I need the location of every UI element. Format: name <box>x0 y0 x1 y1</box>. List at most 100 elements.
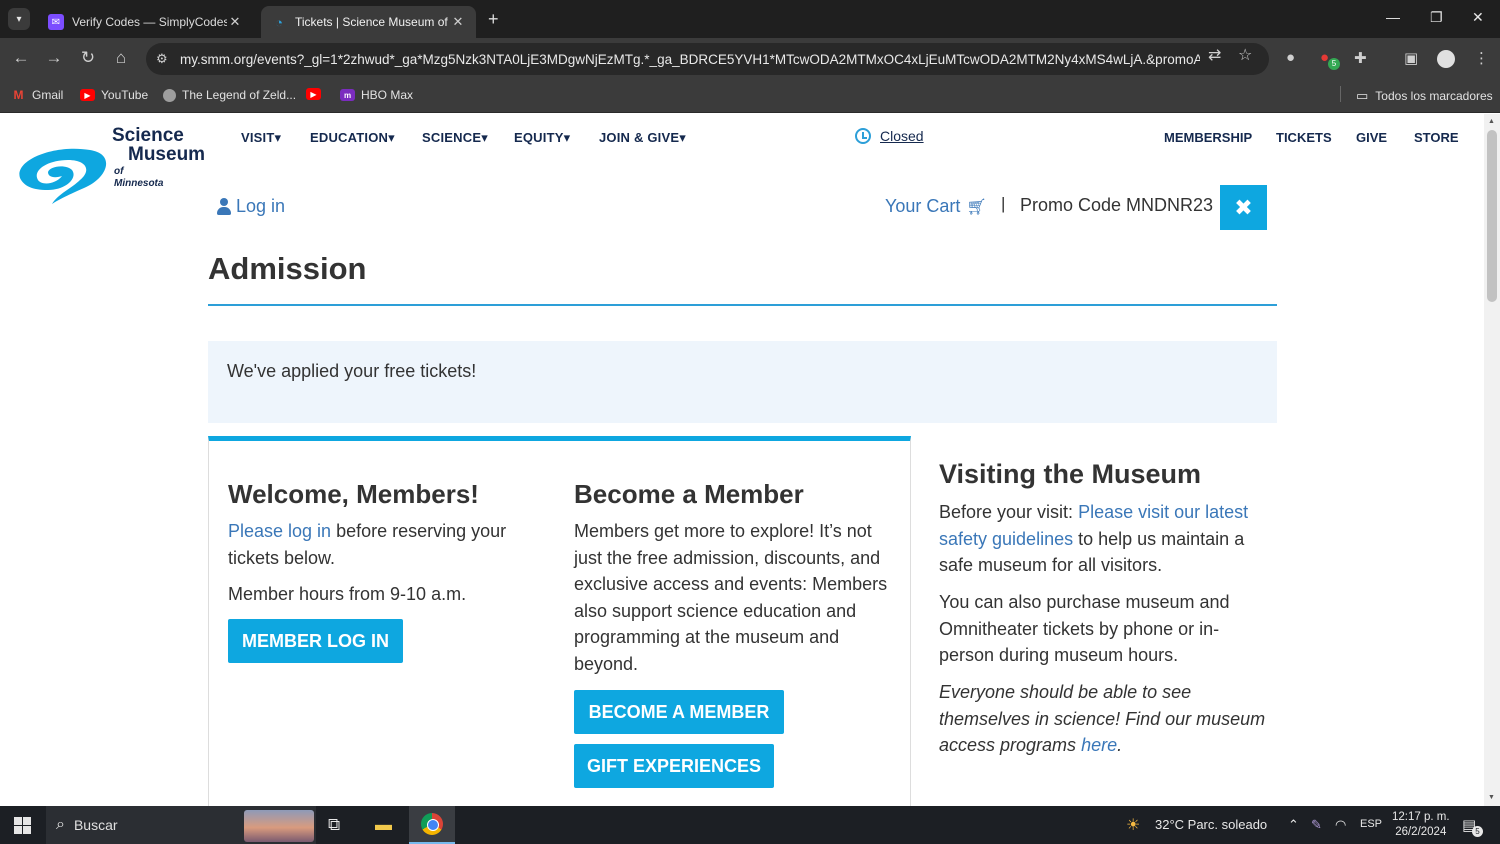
notification-count: 5 <box>1472 826 1483 837</box>
smm-logo[interactable]: Science Museum of Minnesota <box>14 126 214 206</box>
url-text[interactable]: my.smm.org/events?_gl=1*2zhwud*_ga*Mzg5N… <box>180 52 1200 67</box>
all-bookmarks-folder[interactable]: ▭ Todos los marcadores <box>1356 88 1493 104</box>
nav-store[interactable]: STORE <box>1414 130 1459 145</box>
become-member-heading: Become a Member <box>574 479 804 509</box>
folder-icon: ▭ <box>1356 88 1369 103</box>
member-hours: Member hours from 9-10 a.m. <box>228 584 467 604</box>
welcome-heading: Welcome, Members! <box>228 479 479 509</box>
alert-text: We've applied your free tickets! <box>227 361 477 381</box>
chrome-icon <box>421 813 443 835</box>
bookmarks-bar: M Gmail ▶ YouTube The Legend of Zeld... … <box>0 80 1500 113</box>
search-icon: ⌕ <box>56 816 65 833</box>
bookmark-hbomax[interactable]: m HBO Max <box>340 88 413 102</box>
close-window-icon[interactable]: ✕ <box>1472 9 1484 26</box>
nav-membership[interactable]: MEMBERSHIP <box>1164 130 1252 145</box>
caret-down-icon: ▾ <box>274 130 282 145</box>
nav-tickets[interactable]: TICKETS <box>1276 130 1332 145</box>
login-link[interactable]: Log in <box>217 196 285 217</box>
windows-start-icon[interactable] <box>14 817 31 834</box>
clock-icon <box>855 128 871 144</box>
access-programs-text: Everyone should be able to see themselve… <box>939 682 1266 755</box>
bookmark-star-icon[interactable]: ☆ <box>1238 45 1252 65</box>
smm-swirl-logo-icon <box>19 148 107 204</box>
address-bar[interactable]: ⚙ my.smm.org/events?_gl=1*2zhwud*_ga*Mzg… <box>146 43 1269 75</box>
reload-icon[interactable]: ↻ <box>77 48 99 68</box>
caret-down-icon: ▾ <box>563 130 571 145</box>
nav-science[interactable]: SCIENCE▾ <box>422 130 488 146</box>
title-divider <box>208 304 1277 306</box>
caret-down-icon: ▾ <box>388 130 395 145</box>
minimize-icon[interactable]: — <box>1386 9 1400 25</box>
tab-smm-tickets[interactable]: ◔ Tickets | Science Museum of Mi ✕ <box>261 6 476 38</box>
nav-give[interactable]: GIVE <box>1356 130 1387 145</box>
restore-icon[interactable]: ❐ <box>1430 9 1443 26</box>
globe-icon <box>163 88 176 102</box>
new-tab-button[interactable]: + <box>488 9 499 30</box>
access-programs-link[interactable]: here <box>1081 735 1117 755</box>
hours-status[interactable]: Closed <box>855 128 924 144</box>
cart-icon: 🛒︎ <box>966 198 987 216</box>
page-scrollbar[interactable]: ▲ ▼ <box>1484 114 1500 806</box>
extensions-puzzle-icon[interactable]: ✚ <box>1354 49 1367 67</box>
home-icon[interactable]: ⌂ <box>110 48 132 68</box>
wifi-icon[interactable]: ◠ <box>1335 817 1346 833</box>
nav-visit[interactable]: VISIT▾ <box>241 130 281 146</box>
extension-icon[interactable]: ● <box>1286 49 1295 66</box>
close-tab-icon[interactable]: ✕ <box>450 14 466 30</box>
page-title: Admission <box>208 251 367 286</box>
caret-down-icon: ▾ <box>481 130 488 145</box>
extension-badge: 5 <box>1328 58 1340 70</box>
bookmark-separator <box>1340 86 1341 102</box>
windows-taskbar: ⌕ Buscar ⧉ ▬ ☀ 32°C Parc. soleado ⌃ ✎ ◠ … <box>0 806 1500 844</box>
become-member-button[interactable]: BECOME A MEMBER <box>574 690 784 734</box>
forward-icon[interactable]: → <box>43 48 65 68</box>
member-login-button[interactable]: MEMBER LOG IN <box>228 619 403 663</box>
divider: | <box>1001 194 1006 213</box>
visiting-purchase-text: You can also purchase museum and Omnithe… <box>939 592 1230 665</box>
please-login-link[interactable]: Please log in <box>228 521 331 541</box>
youtube-icon: ▶ <box>306 88 321 100</box>
pen-icon[interactable]: ✎ <box>1311 817 1322 833</box>
gift-experiences-button[interactable]: GIFT EXPERIENCES <box>574 744 774 788</box>
browser-toolbar: ← → ↻ ⌂ ⚙ my.smm.org/events?_gl=1*2zhwud… <box>0 38 1500 80</box>
become-member-text: Members get more to explore! It’s not ju… <box>574 521 888 674</box>
scroll-up-icon[interactable]: ▲ <box>1488 118 1495 125</box>
hbomax-icon: m <box>340 89 355 101</box>
tab-simplycodes[interactable]: ✉ Verify Codes — SimplyCodes ✕ <box>38 6 253 38</box>
bookmark-youtube[interactable]: ▶ YouTube <box>80 88 148 102</box>
language-indicator[interactable]: ESP <box>1360 818 1382 830</box>
gmail-icon: M <box>13 88 24 102</box>
tray-chevron-icon[interactable]: ⌃ <box>1288 817 1299 833</box>
visiting-safety-text: Before your visit: Please visit our late… <box>939 502 1249 575</box>
tab-search-button[interactable]: ▾ <box>8 8 30 30</box>
nav-join-give[interactable]: JOIN & GIVE▾ <box>599 130 686 146</box>
bookmark-youtube-2[interactable]: ▶ <box>306 88 327 100</box>
nav-equity[interactable]: EQUITY▾ <box>514 130 570 146</box>
cart-link[interactable]: Your Cart 🛒︎ <box>885 196 987 217</box>
file-explorer-icon[interactable]: ▬ <box>375 815 392 835</box>
weather-text[interactable]: 32°C Parc. soleado <box>1155 817 1267 832</box>
success-alert: We've applied your free tickets! <box>208 341 1277 423</box>
translate-icon[interactable]: ⇄ <box>1208 45 1221 65</box>
scrollbar-thumb[interactable] <box>1487 130 1497 302</box>
scroll-down-icon[interactable]: ▼ <box>1488 794 1495 801</box>
bookmark-zelda[interactable]: The Legend of Zeld... <box>163 88 296 102</box>
simplycodes-icon: ✉ <box>48 14 64 30</box>
bookmark-gmail[interactable]: M Gmail <box>11 88 64 102</box>
taskbar-search[interactable]: ⌕ Buscar <box>46 806 316 844</box>
side-panel-icon[interactable]: ▣ <box>1404 49 1418 67</box>
search-highlight-image <box>244 810 314 842</box>
browser-tab-bar: ▾ ✉ Verify Codes — SimplyCodes ✕ ◔ Ticke… <box>0 0 1500 38</box>
nav-education[interactable]: EDUCATION▾ <box>310 130 395 146</box>
chrome-taskbar-icon[interactable] <box>409 806 455 844</box>
site-info-icon[interactable]: ⚙ <box>156 51 180 67</box>
menu-kebab-icon[interactable]: ⋮ <box>1474 49 1489 67</box>
taskbar-clock[interactable]: 12:17 p. m. 26/2/2024 <box>1392 810 1450 840</box>
close-tab-icon[interactable]: ✕ <box>227 14 243 30</box>
back-icon[interactable]: ← <box>10 48 32 68</box>
task-view-icon[interactable]: ⧉ <box>328 815 340 835</box>
remove-promo-button[interactable]: ✖ <box>1220 185 1267 230</box>
visiting-heading: Visiting the Museum <box>939 459 1202 489</box>
profile-avatar[interactable] <box>1437 50 1455 68</box>
weather-icon: ☀ <box>1126 817 1141 834</box>
